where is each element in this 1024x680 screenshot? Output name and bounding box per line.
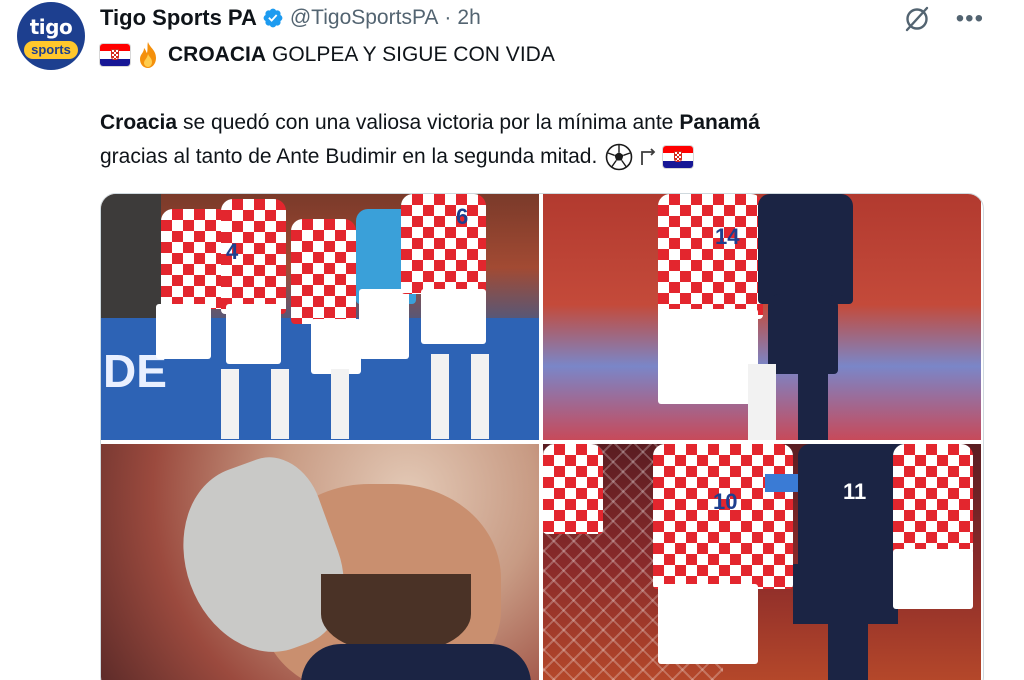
header-actions: ••• bbox=[900, 2, 984, 36]
timestamp[interactable]: 2h bbox=[457, 6, 480, 30]
tweet-body-line-2: gracias al tanto de Ante Budimir en la s… bbox=[100, 142, 694, 172]
body-text-2: gracias al tanto de Ante Budimir en la s… bbox=[100, 145, 598, 168]
media-grid: DE 4 6 14 10 11 bbox=[100, 193, 984, 680]
headline-bold: CROACIA bbox=[168, 43, 266, 66]
croatia-flag-icon bbox=[100, 44, 130, 66]
avatar-brand-top: tigo bbox=[29, 14, 73, 39]
body-bold-panama: Panamá bbox=[679, 111, 760, 134]
verified-badge-icon[interactable] bbox=[262, 7, 284, 29]
shirt-number: 10 bbox=[713, 489, 738, 514]
shirt-number: 6 bbox=[456, 204, 469, 229]
avatar[interactable]: tigo sports bbox=[17, 2, 85, 70]
photo-player-closeup[interactable] bbox=[101, 444, 539, 680]
display-name[interactable]: Tigo Sports PA bbox=[100, 5, 257, 31]
croatia-flag-icon bbox=[663, 146, 694, 168]
soccer-ball-icon bbox=[606, 143, 633, 171]
shirt-number: 4 bbox=[226, 239, 239, 264]
avatar-brand-bottom: sports bbox=[24, 40, 78, 59]
tweet-body-line-1: Croacia se quedó con una valiosa victori… bbox=[100, 108, 760, 138]
arrow-icon bbox=[641, 148, 656, 165]
tweet[interactable]: tigo sports Tigo Sports PA @TigoSportsPA… bbox=[0, 0, 1024, 680]
photo-duel[interactable]: 14 bbox=[543, 194, 981, 440]
body-bold-croacia: Croacia bbox=[100, 111, 178, 134]
photo-celebration[interactable]: DE 4 6 bbox=[101, 194, 539, 440]
separator: · bbox=[444, 6, 452, 29]
body-text-1: se quedó con una valiosa victoria por la… bbox=[183, 111, 674, 134]
headline-rest: GOLPEA Y SIGUE CON VIDA bbox=[272, 43, 555, 66]
fire-icon bbox=[140, 42, 156, 68]
tweet-headline: CROACIA GOLPEA Y SIGUE CON VIDA bbox=[100, 40, 555, 70]
photo-action[interactable]: 10 11 bbox=[543, 444, 981, 680]
handle[interactable]: @TigoSportsPA bbox=[290, 6, 439, 30]
shirt-number: 14 bbox=[715, 224, 740, 249]
more-icon[interactable]: ••• bbox=[956, 7, 984, 31]
shirt-number: 11 bbox=[843, 479, 867, 504]
tweet-header: Tigo Sports PA @TigoSportsPA · 2h bbox=[100, 3, 481, 33]
grok-icon[interactable] bbox=[900, 2, 934, 36]
